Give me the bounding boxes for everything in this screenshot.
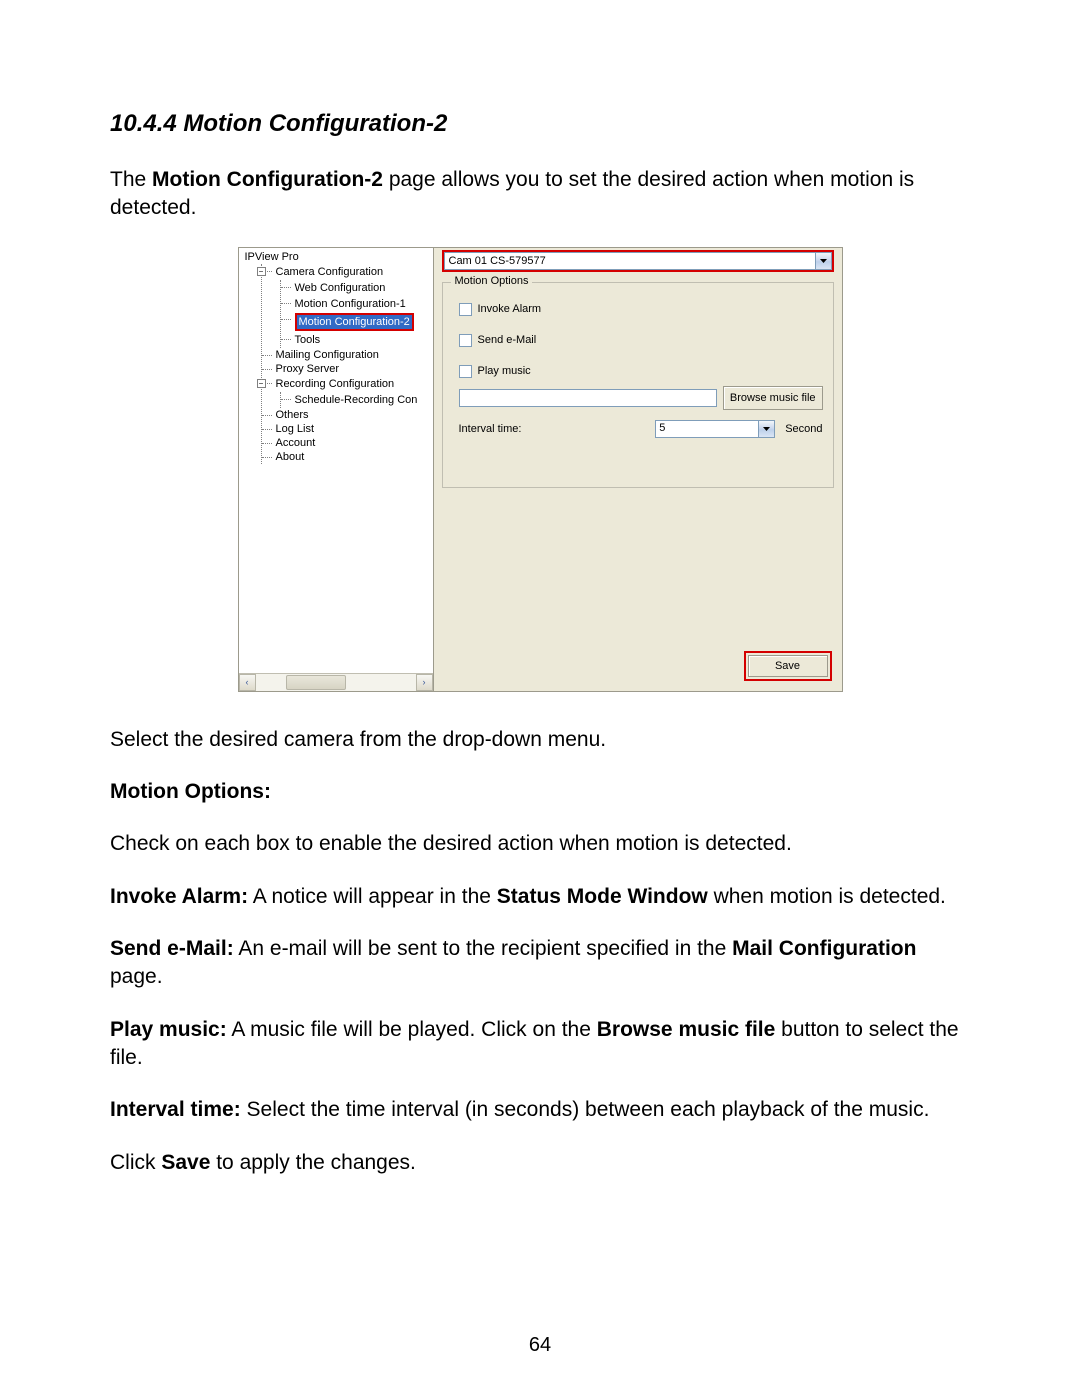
interval-time-select[interactable]: 5	[655, 420, 775, 438]
interval-t: Select the time interval (in seconds) be…	[241, 1098, 930, 1121]
chevron-down-icon	[763, 427, 770, 431]
tree-proxy-server[interactable]: Proxy Server	[262, 362, 433, 376]
save-pre: Click	[110, 1151, 161, 1174]
groupbox-title: Motion Options	[451, 275, 533, 287]
settings-panel: Cam 01 CS-579577 Motion Options Invoke A…	[434, 248, 842, 691]
motion-options-heading-text: Motion Options:	[110, 780, 271, 803]
play-b: Play music:	[110, 1018, 227, 1041]
intro-paragraph: The Motion Configuration-2 page allows y…	[110, 166, 970, 223]
interval-time-label: Interval time:	[459, 423, 522, 435]
expander-icon[interactable]: −	[257, 379, 266, 388]
invoke-b: Invoke Alarm:	[110, 885, 248, 908]
scroll-left-button[interactable]: ‹	[239, 674, 256, 691]
p-click-save: Click Save to apply the changes.	[110, 1149, 970, 1177]
tree-root[interactable]: IPView Pro	[243, 250, 433, 264]
invoke-t1: A notice will appear in the	[248, 885, 497, 908]
sendmail-b: Send e-Mail:	[110, 937, 234, 960]
tree-horizontal-scrollbar[interactable]: ‹ ›	[239, 673, 433, 691]
tree-schedule-recording[interactable]: Schedule-Recording Con	[281, 392, 433, 408]
section-heading: 10.4.4 Motion Configuration-2	[110, 110, 970, 138]
save-b: Save	[161, 1151, 210, 1174]
interval-dropdown-button[interactable]	[758, 420, 775, 438]
page-number: 64	[0, 1334, 1080, 1357]
scroll-thumb[interactable]	[286, 675, 346, 690]
sendmail-t1: An e-mail will be sent to the recipient …	[234, 937, 732, 960]
tree-recording-config[interactable]: − Recording Configuration	[262, 376, 433, 392]
tree-about[interactable]: About	[262, 450, 433, 464]
save-button-highlight: Save	[744, 651, 832, 681]
intro-bold: Motion Configuration-2	[152, 168, 383, 191]
p-select-camera: Select the desired camera from the drop-…	[110, 726, 970, 754]
tree-recording-config-label: Recording Configuration	[276, 378, 395, 390]
camera-select-value: Cam 01 CS-579577	[444, 252, 815, 270]
document-page: 10.4.4 Motion Configuration-2 The Motion…	[0, 0, 1080, 1397]
invoke-alarm-label: Invoke Alarm	[478, 303, 542, 315]
scroll-track[interactable]	[256, 674, 416, 691]
camera-select[interactable]: Cam 01 CS-579577	[442, 250, 834, 272]
tree-web-config[interactable]: Web Configuration	[281, 280, 433, 296]
save-post: to apply the changes.	[210, 1151, 415, 1174]
p-invoke-alarm: Invoke Alarm: A notice will appear in th…	[110, 883, 970, 911]
sendmail-t2: page.	[110, 965, 163, 988]
config-tree-panel: IPView Pro − Camera Configuration Web Co…	[239, 248, 434, 691]
config-tree[interactable]: IPView Pro − Camera Configuration Web Co…	[239, 248, 433, 673]
invoke-t2: when motion is detected.	[708, 885, 946, 908]
play-music-checkbox[interactable]	[459, 365, 472, 378]
scroll-right-button[interactable]: ›	[416, 674, 433, 691]
play-music-label: Play music	[478, 365, 531, 377]
tree-tools[interactable]: Tools	[281, 332, 433, 348]
play-t1: A music file will be played. Click on th…	[227, 1018, 597, 1041]
invoke-b2: Status Mode Window	[497, 885, 708, 908]
p-check-each-box: Check on each box to enable the desired …	[110, 830, 970, 858]
camera-select-dropdown-button[interactable]	[815, 252, 832, 270]
tree-others[interactable]: Others	[262, 408, 433, 422]
send-email-label: Send e-Mail	[478, 334, 537, 346]
interval-b: Interval time:	[110, 1098, 241, 1121]
tree-account[interactable]: Account	[262, 436, 433, 450]
send-email-checkbox[interactable]	[459, 334, 472, 347]
motion-options-groupbox: Motion Options Invoke Alarm Send e-Mail …	[442, 282, 834, 488]
chevron-down-icon	[820, 259, 827, 263]
intro-pre: The	[110, 168, 152, 191]
music-file-input[interactable]	[459, 389, 717, 407]
sendmail-b2: Mail Configuration	[732, 937, 916, 960]
motion-options-heading: Motion Options:	[110, 778, 970, 806]
interval-unit-label: Second	[785, 423, 822, 435]
invoke-alarm-checkbox[interactable]	[459, 303, 472, 316]
tree-motion-config-2[interactable]: Motion Configuration-2	[281, 312, 433, 332]
interval-time-value[interactable]: 5	[655, 420, 758, 438]
p-send-email: Send e-Mail: An e-mail will be sent to t…	[110, 935, 970, 992]
tree-motion-config-1[interactable]: Motion Configuration-1	[281, 296, 433, 312]
browse-music-button[interactable]: Browse music file	[723, 386, 823, 410]
tree-mailing-config[interactable]: Mailing Configuration	[262, 348, 433, 362]
tree-log-list[interactable]: Log List	[262, 422, 433, 436]
tree-camera-config-label: Camera Configuration	[276, 266, 384, 278]
ipview-window: IPView Pro − Camera Configuration Web Co…	[238, 247, 843, 692]
save-button[interactable]: Save	[748, 655, 828, 677]
p-play-music: Play music: A music file will be played.…	[110, 1016, 970, 1073]
p-interval-time: Interval time: Select the time interval …	[110, 1096, 970, 1124]
expander-icon[interactable]: −	[257, 267, 266, 276]
tree-camera-config[interactable]: − Camera Configuration	[262, 264, 433, 280]
play-b2: Browse music file	[597, 1018, 776, 1041]
tree-motion-config-2-label: Motion Configuration-2	[297, 315, 412, 329]
